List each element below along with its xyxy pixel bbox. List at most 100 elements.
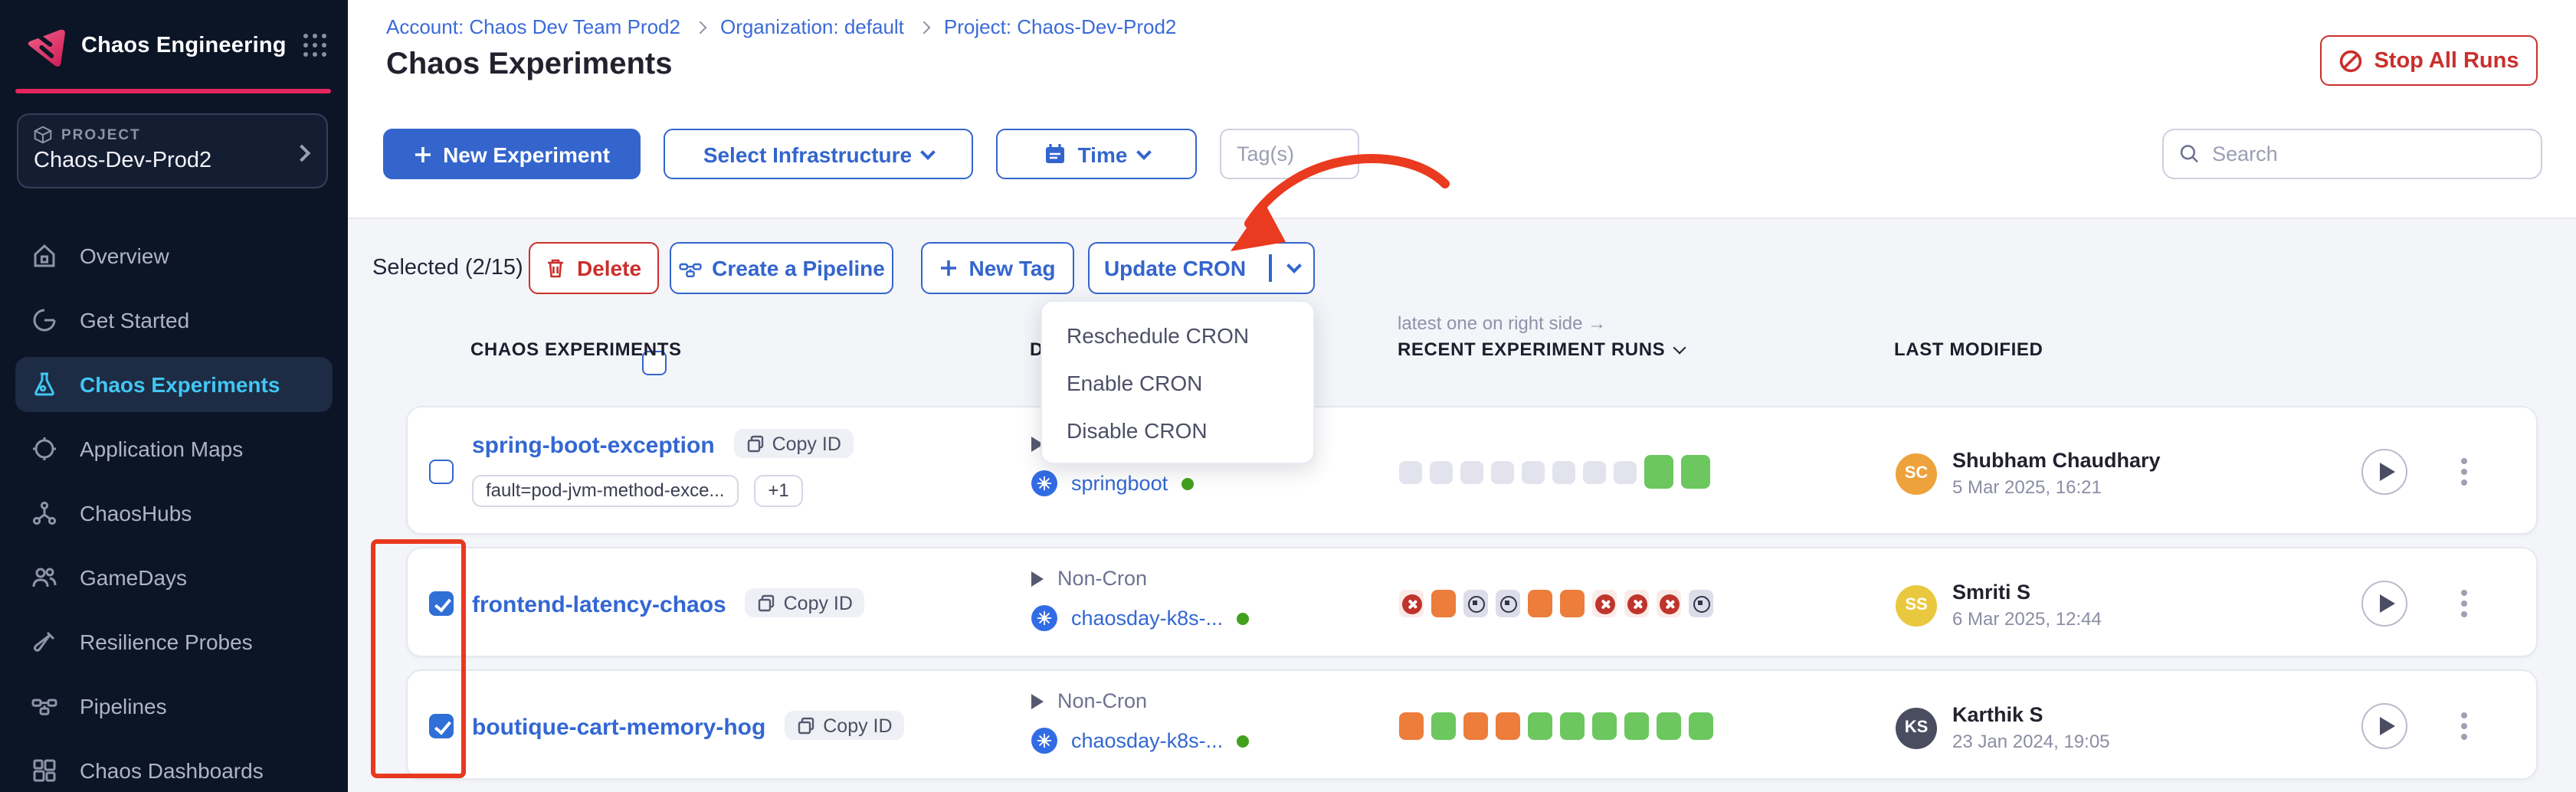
run-indicator-failed[interactable]: [1657, 590, 1681, 617]
copy-id-button[interactable]: Copy ID: [746, 588, 865, 617]
run-indicator-stopped[interactable]: [1463, 590, 1488, 617]
run-experiment-button[interactable]: [2361, 449, 2407, 495]
trash-icon: [546, 257, 566, 279]
run-indicator-passed[interactable]: [1644, 455, 1673, 489]
project-selector[interactable]: PROJECT Chaos-Dev-Prod2: [17, 113, 328, 188]
column-header-recent-runs[interactable]: RECENT EXPERIMENT RUNS: [1398, 339, 1683, 360]
run-indicator-passed[interactable]: [1689, 712, 1713, 740]
tag-chip[interactable]: fault=pod-jvm-method-exce...: [472, 474, 739, 506]
play-icon[interactable]: [1031, 693, 1044, 709]
run-indicator-passed[interactable]: [1528, 712, 1552, 740]
brand-accent-line: [15, 89, 331, 93]
infrastructure-link[interactable]: chaosday-k8s-...: [1071, 607, 1223, 630]
menu-item-enable-cron[interactable]: Enable CRON: [1042, 358, 1313, 406]
row-menu-kebab-icon[interactable]: [2461, 601, 2467, 607]
run-indicator-passed[interactable]: [1560, 712, 1585, 740]
breadcrumb-project-link[interactable]: Project: Chaos-Dev-Prod2: [944, 15, 1176, 38]
sidebar-item-label: Chaos Experiments: [80, 372, 280, 397]
breadcrumb-account-link[interactable]: Account: Chaos Dev Team Prod2: [386, 15, 680, 38]
run-indicator-running[interactable]: [1399, 712, 1424, 740]
row-checkbox[interactable]: [429, 460, 454, 484]
modified-by-name: Karthik S: [1952, 703, 2110, 726]
recent-runs-strip[interactable]: [1399, 712, 1713, 740]
run-indicator-failed[interactable]: [1592, 590, 1617, 617]
run-experiment-button[interactable]: [2361, 703, 2407, 749]
experiment-name-link[interactable]: boutique-cart-memory-hog: [472, 715, 765, 741]
run-indicator-running[interactable]: [1463, 712, 1488, 740]
sidebar-item-pipelines[interactable]: Pipelines: [15, 679, 333, 734]
table-row[interactable]: frontend-latency-chaos Copy ID Non-Cron …: [406, 547, 2538, 657]
run-indicator-empty[interactable]: [1552, 460, 1575, 483]
run-indicator-running[interactable]: [1431, 590, 1456, 617]
run-indicator-passed[interactable]: [1624, 712, 1649, 740]
play-icon[interactable]: [1031, 571, 1044, 586]
run-indicator-empty[interactable]: [1399, 460, 1422, 483]
run-indicator-stopped[interactable]: [1496, 590, 1520, 617]
copy-id-button[interactable]: Copy ID: [785, 711, 904, 740]
run-indicator-empty[interactable]: [1614, 460, 1637, 483]
sidebar-item-label: GameDays: [80, 565, 187, 590]
module-grid-icon[interactable]: [303, 34, 326, 57]
run-indicator-running[interactable]: [1528, 590, 1552, 617]
run-indicator-running[interactable]: [1560, 590, 1585, 617]
breadcrumb-org-link[interactable]: Organization: default: [720, 15, 904, 38]
create-pipeline-button[interactable]: Create a Pipeline: [670, 242, 893, 294]
experiment-name-link[interactable]: frontend-latency-chaos: [472, 592, 726, 618]
search-box[interactable]: [2162, 129, 2542, 179]
run-indicator-empty[interactable]: [1460, 460, 1483, 483]
chevron-down-icon[interactable]: [1286, 258, 1301, 273]
sidebar-item-get-started[interactable]: Get Started: [15, 293, 333, 348]
row-checkbox[interactable]: [429, 591, 454, 616]
new-tag-button[interactable]: New Tag: [921, 242, 1074, 294]
time-filter-dropdown[interactable]: Time: [996, 129, 1197, 179]
infrastructure-link[interactable]: chaosday-k8s-...: [1071, 729, 1223, 752]
sidebar-item-gamedays[interactable]: GameDays: [15, 550, 333, 605]
sidebar-item-chaos-experiments[interactable]: Chaos Experiments: [15, 357, 333, 412]
tag-chip-more[interactable]: +1: [754, 474, 802, 506]
search-input[interactable]: [2212, 142, 2525, 165]
run-indicator-failed[interactable]: [1399, 590, 1424, 617]
sidebar-item-chaoshubs[interactable]: ChaosHubs: [15, 486, 333, 541]
table-row[interactable]: spring-boot-exception Copy ID fault=pod-…: [406, 406, 2538, 535]
table-row[interactable]: boutique-cart-memory-hog Copy ID Non-Cro…: [406, 669, 2538, 780]
sidebar-item-overview[interactable]: Overview: [15, 228, 333, 283]
run-indicator-failed[interactable]: [1624, 590, 1649, 617]
tags-filter-input[interactable]: [1220, 129, 1359, 179]
run-indicator-stopped[interactable]: [1689, 590, 1713, 617]
avatar: KS: [1896, 707, 1937, 748]
run-indicator-empty[interactable]: [1522, 460, 1545, 483]
delete-button[interactable]: Delete: [529, 242, 659, 294]
run-indicator-passed[interactable]: [1592, 712, 1617, 740]
chevron-right-icon: [693, 21, 706, 34]
new-experiment-button[interactable]: New Experiment: [383, 129, 641, 179]
run-indicator-empty[interactable]: [1430, 460, 1453, 483]
row-checkbox[interactable]: [429, 714, 454, 738]
button-divider: [1269, 254, 1271, 282]
tags-input[interactable]: [1237, 142, 1342, 165]
infrastructure-link[interactable]: springboot: [1071, 472, 1168, 495]
menu-item-reschedule-cron[interactable]: Reschedule CRON: [1042, 311, 1313, 358]
row-menu-kebab-icon[interactable]: [2461, 469, 2467, 475]
stop-all-runs-button[interactable]: Stop All Runs: [2320, 35, 2538, 86]
run-indicator-passed[interactable]: [1431, 712, 1456, 740]
experiment-name-link[interactable]: spring-boot-exception: [472, 433, 715, 459]
run-indicator-empty[interactable]: [1583, 460, 1606, 483]
copy-icon: [797, 716, 815, 735]
sidebar-item-application-maps[interactable]: Application Maps: [15, 421, 333, 476]
run-indicator-passed[interactable]: [1681, 455, 1710, 489]
run-indicator-empty[interactable]: [1491, 460, 1514, 483]
copy-id-button[interactable]: Copy ID: [734, 429, 854, 458]
run-experiment-button[interactable]: [2361, 581, 2407, 627]
sidebar-item-resilience-probes[interactable]: Resilience Probes: [15, 614, 333, 669]
sidebar-item-chaos-dashboards[interactable]: Chaos Dashboards: [15, 743, 333, 792]
kubernetes-icon: [1031, 728, 1057, 754]
recent-runs-strip[interactable]: [1399, 455, 1710, 489]
select-infrastructure-dropdown[interactable]: Select Infrastructure: [664, 129, 973, 179]
test-tube-icon: [31, 628, 58, 656]
row-menu-kebab-icon[interactable]: [2461, 723, 2467, 729]
run-indicator-running[interactable]: [1496, 712, 1520, 740]
run-indicator-passed[interactable]: [1657, 712, 1681, 740]
menu-item-disable-cron[interactable]: Disable CRON: [1042, 406, 1313, 453]
update-cron-split-button[interactable]: Update CRON: [1088, 242, 1315, 294]
recent-runs-strip[interactable]: [1399, 590, 1713, 617]
